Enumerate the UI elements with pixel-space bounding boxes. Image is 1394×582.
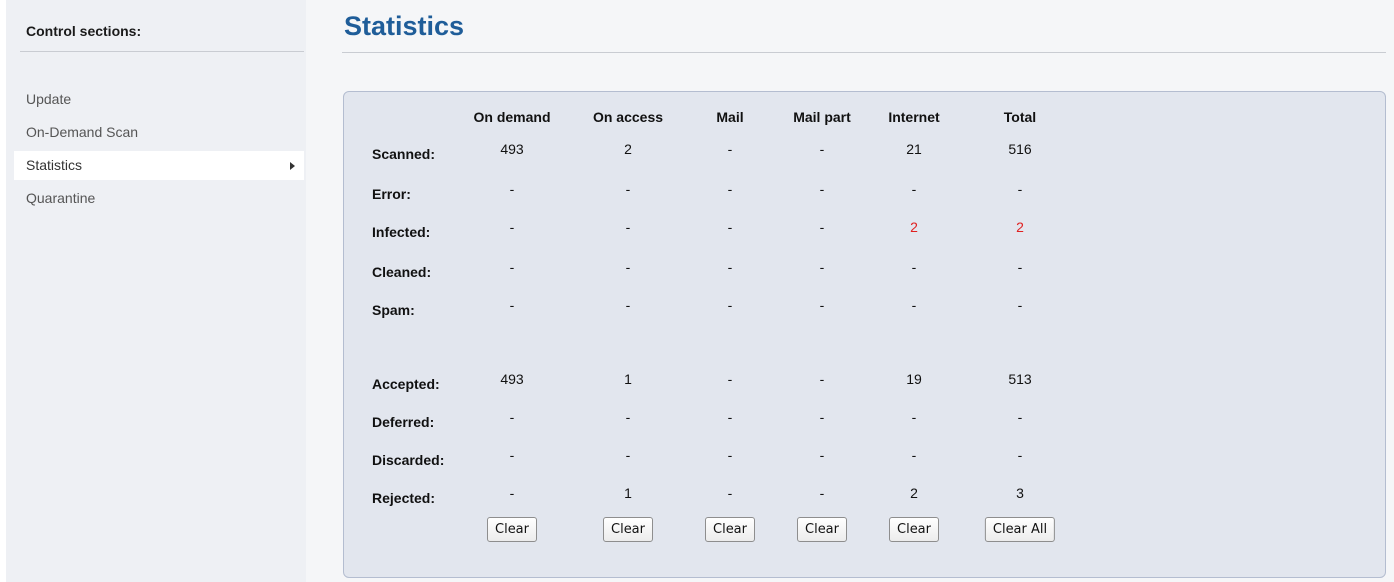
stat-value: - xyxy=(727,409,733,425)
stat-value: - xyxy=(509,447,515,463)
sidebar-item-label: Statistics xyxy=(26,157,83,173)
row-label: Cleaned: xyxy=(372,264,432,280)
sidebar-divider xyxy=(20,51,304,52)
stat-value: - xyxy=(727,219,733,235)
stat-value: - xyxy=(625,297,631,313)
sidebar-item-update[interactable]: Update xyxy=(14,85,304,114)
stat-value: - xyxy=(819,409,825,425)
stat-value: - xyxy=(625,219,631,235)
row-label: Rejected: xyxy=(372,490,436,506)
stat-value: - xyxy=(509,409,515,425)
row-label: Error: xyxy=(372,186,411,202)
stat-value: - xyxy=(625,259,631,275)
stat-value: 2 xyxy=(910,485,918,501)
column-header: Total xyxy=(1003,109,1037,125)
page-title: Statistics xyxy=(344,11,465,41)
stat-value: 1 xyxy=(624,485,632,501)
row-label: Infected: xyxy=(372,224,431,240)
stat-value: - xyxy=(727,181,733,197)
sidebar: Control sections: Update On-Demand Scan … xyxy=(6,0,306,582)
stat-value: 513 xyxy=(1008,371,1032,387)
stat-value: - xyxy=(819,371,825,387)
column-header: Mail xyxy=(716,109,744,125)
sidebar-title: Control sections: xyxy=(26,23,142,39)
stat-value: - xyxy=(727,297,733,313)
stat-value: - xyxy=(819,181,825,197)
stat-value: - xyxy=(1017,181,1023,197)
stat-value: 493 xyxy=(500,141,524,157)
stat-value: 2 xyxy=(910,219,918,235)
stat-value: - xyxy=(727,259,733,275)
column-header: Mail part xyxy=(793,109,851,125)
stat-value: - xyxy=(1017,259,1023,275)
stat-value: - xyxy=(819,297,825,313)
stat-value: - xyxy=(509,259,515,275)
stat-value: - xyxy=(819,447,825,463)
stat-value: 1 xyxy=(624,371,632,387)
stat-value: - xyxy=(819,141,825,157)
stat-value: - xyxy=(819,259,825,275)
stat-value: - xyxy=(1017,409,1023,425)
main-content: Statistics On demand On access Mail Mail pa… xyxy=(306,0,1394,582)
stat-value: - xyxy=(727,371,733,387)
stat-value: - xyxy=(625,181,631,197)
stat-value: - xyxy=(509,297,515,313)
row-label: Discarded: xyxy=(372,452,445,468)
stat-value: - xyxy=(509,219,515,235)
stat-value: - xyxy=(1017,447,1023,463)
stat-value: 21 xyxy=(906,141,922,157)
sidebar-item-on-demand-scan[interactable]: On-Demand Scan xyxy=(14,118,304,147)
sidebar-item-quarantine[interactable]: Quarantine xyxy=(14,184,304,213)
statistics-panel: On demand On access Mail Mail part Internet T… xyxy=(343,91,1386,578)
chevron-right-icon xyxy=(290,162,295,170)
sidebar-item-label: Quarantine xyxy=(26,190,96,206)
column-header: Internet xyxy=(888,109,940,125)
clear-button[interactable]: Clear xyxy=(889,517,939,542)
clear-button[interactable]: Clear xyxy=(603,517,653,542)
stat-value: - xyxy=(911,409,917,425)
column-header: On access xyxy=(592,109,664,125)
stat-value: - xyxy=(819,219,825,235)
stat-value: 2 xyxy=(624,141,632,157)
stat-value: 3 xyxy=(1016,485,1024,501)
sidebar-item-statistics[interactable]: Statistics xyxy=(14,151,304,180)
stat-value: - xyxy=(727,485,733,501)
stat-value: - xyxy=(911,181,917,197)
clear-button[interactable]: Clear xyxy=(487,517,537,542)
clear-button[interactable]: Clear xyxy=(705,517,755,542)
clear-all-button[interactable]: Clear All xyxy=(984,517,1056,542)
column-header: On demand xyxy=(473,109,551,125)
stat-value: 493 xyxy=(500,371,524,387)
stat-value: 19 xyxy=(906,371,922,387)
sidebar-item-label: Update xyxy=(26,91,72,107)
row-label: Deferred: xyxy=(372,414,435,430)
row-label: Accepted: xyxy=(372,376,440,392)
stat-value: - xyxy=(727,447,733,463)
stat-value: - xyxy=(819,485,825,501)
stat-value: - xyxy=(911,297,917,313)
title-divider xyxy=(342,52,1386,53)
stat-value: - xyxy=(509,181,515,197)
stat-value: - xyxy=(911,259,917,275)
stat-value: - xyxy=(509,485,515,501)
stat-value: 516 xyxy=(1008,141,1032,157)
stat-value: - xyxy=(727,141,733,157)
row-label: Spam: xyxy=(372,302,415,318)
clear-button[interactable]: Clear xyxy=(797,517,847,542)
stat-value: 2 xyxy=(1016,219,1024,235)
stat-value: - xyxy=(1017,297,1023,313)
stat-value: - xyxy=(911,447,917,463)
stat-value: - xyxy=(625,447,631,463)
sidebar-item-label: On-Demand Scan xyxy=(26,124,139,140)
stat-value: - xyxy=(625,409,631,425)
row-label: Scanned: xyxy=(372,146,436,162)
